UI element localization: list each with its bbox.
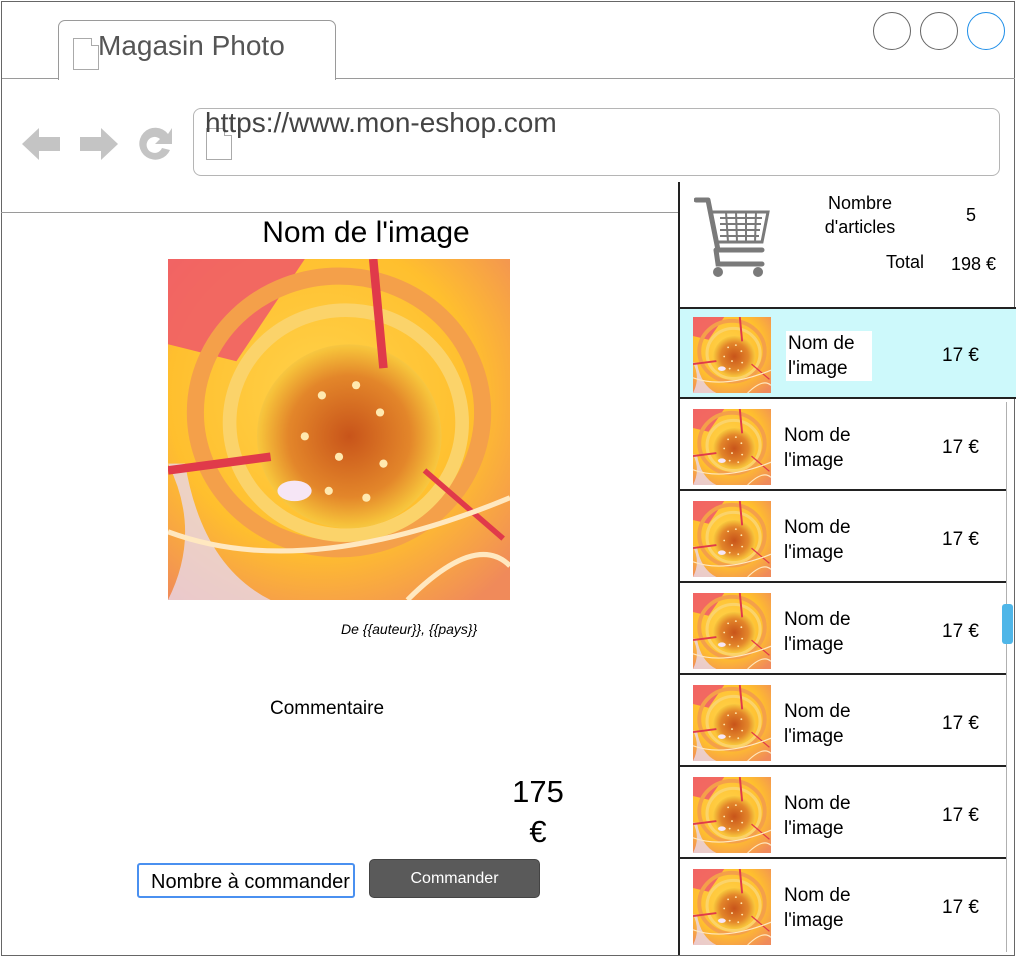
reload-icon[interactable] — [136, 126, 174, 167]
product-title: Nom de l'image — [262, 216, 470, 249]
page-icon — [73, 38, 99, 70]
close-button[interactable] — [967, 12, 1005, 50]
price-currency: € — [529, 814, 547, 849]
cart-item-name: Nom de l'image — [786, 331, 872, 381]
cart-item-name: Nom de l'image — [784, 425, 851, 471]
cart-item-price: 17 € — [942, 805, 979, 826]
cart-item-thumbnail — [693, 593, 771, 669]
article-count-value: 5 — [966, 205, 977, 225]
cart-item-name: Nom de l'image — [784, 609, 851, 655]
cart-scrollbar[interactable] — [1006, 402, 1008, 952]
cart-item[interactable]: Nom de l'image 17 € — [680, 677, 1006, 767]
article-count-label: Nombre d'articles — [824, 193, 896, 237]
minimize-button[interactable] — [873, 12, 911, 50]
maximize-button[interactable] — [920, 12, 958, 50]
cart-scrollbar-thumb[interactable] — [1002, 604, 1013, 644]
cart-item-thumbnail — [693, 501, 771, 577]
cart-item-price: 17 € — [942, 621, 979, 642]
author-line: De {{auteur}}, {{pays}} — [341, 621, 478, 637]
product-price: 175 € — [506, 772, 570, 852]
shopping-cart-icon — [693, 194, 770, 285]
cart-item-thumbnail — [693, 777, 771, 853]
cart-item-thumbnail — [693, 409, 771, 485]
cart-item-name: Nom de l'image — [784, 517, 851, 563]
forward-arrow-icon[interactable] — [80, 126, 118, 167]
cart-item-price: 17 € — [942, 897, 979, 918]
cart-item-price: 17 € — [942, 713, 979, 734]
url-text[interactable]: https://www.mon-eshop.com — [205, 107, 557, 139]
order-button[interactable]: Commander — [369, 859, 540, 898]
cart-item[interactable]: Nom de l'image 17 € — [680, 493, 1006, 583]
quantity-input[interactable]: Nombre à commander — [137, 863, 355, 898]
cart-item[interactable]: Nom de l'image 17 € — [680, 769, 1006, 859]
comment-text: Commentaire — [270, 698, 385, 719]
tab-bar-divider — [2, 78, 59, 79]
back-arrow-icon[interactable] — [22, 126, 60, 167]
tab-title[interactable]: Magasin Photo — [98, 30, 285, 62]
total-label: Total — [886, 252, 925, 272]
price-amount: 175 — [512, 774, 564, 809]
cart-item-thumbnail — [693, 317, 771, 393]
cart-item[interactable]: Nom de l'image 17 € — [680, 585, 1006, 675]
header-divider — [1, 212, 679, 213]
cart-item-price: 17 € — [942, 345, 979, 366]
cart-item-price: 17 € — [942, 437, 979, 458]
total-value: 198 € — [951, 254, 997, 274]
cart-item[interactable]: Nom de l'image 17 € — [680, 309, 1016, 399]
cart-item[interactable]: Nom de l'image 17 € — [680, 861, 1006, 951]
cart-item[interactable]: Nom de l'image 17 € — [680, 401, 1006, 491]
cart-item-thumbnail — [693, 869, 771, 945]
cart-item-name: Nom de l'image — [784, 793, 851, 839]
cart-item-name: Nom de l'image — [784, 885, 851, 931]
tab-bar-divider — [335, 78, 1015, 79]
cart-item-name: Nom de l'image — [784, 701, 851, 747]
product-image — [168, 259, 510, 600]
cart-item-thumbnail — [693, 685, 771, 761]
cart-item-price: 17 € — [942, 529, 979, 550]
